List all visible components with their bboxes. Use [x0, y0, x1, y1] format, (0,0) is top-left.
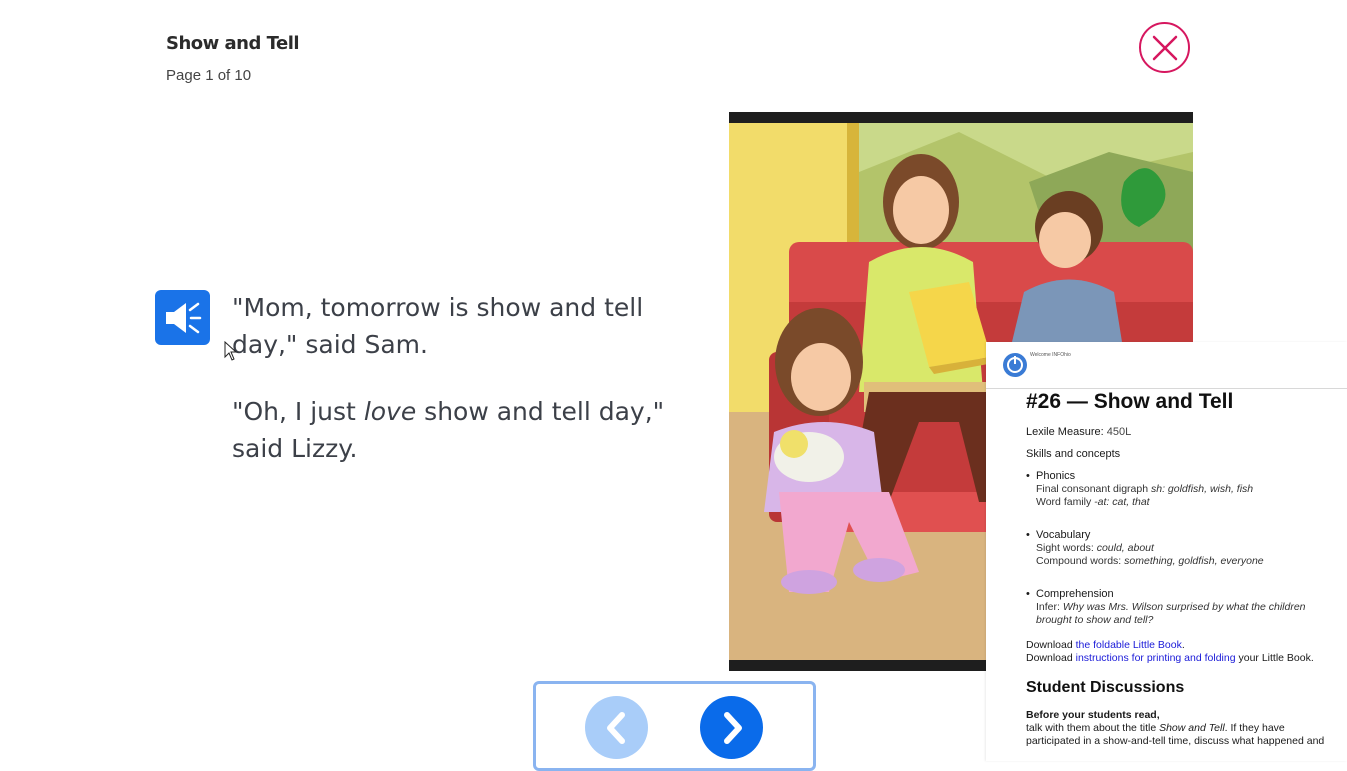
lexile-measure: Lexile Measure: 450L — [1026, 426, 1132, 438]
comprehension-item: Comprehension Infer: Why was Mrs. Wilson… — [1026, 588, 1341, 627]
story-line-2: "Oh, I just love show and tell day," sai… — [232, 397, 665, 463]
lesson-title: #26 — Show and Tell — [1026, 390, 1234, 413]
power-icon[interactable] — [1002, 352, 1028, 378]
page-navigation — [533, 681, 816, 771]
chevron-right-icon — [723, 711, 742, 744]
download-instructions-line: Download instructions for printing and f… — [1026, 652, 1314, 664]
discussions-heading: Student Discussions — [1026, 679, 1185, 696]
next-page-button[interactable] — [700, 696, 763, 759]
story-text: "Mom, tomorrow is show and tell day," sa… — [232, 289, 702, 497]
welcome-text: Welcome INFOhio — [1030, 352, 1071, 358]
printing-instructions-link[interactable]: instructions for printing and folding — [1076, 652, 1236, 664]
book-title: Show and Tell — [166, 33, 300, 54]
read-aloud-button[interactable] — [155, 290, 210, 345]
teacher-notes-popup: Welcome INFOhio #26 — Show and Tell Lexi… — [986, 342, 1347, 761]
phonics-item: Phonics Final consonant digraph sh: gold… — [1026, 470, 1341, 509]
before-read-text: talk with them about the title Show and … — [1026, 722, 1325, 747]
skills-heading: Skills and concepts — [1026, 448, 1121, 460]
popup-header: Welcome INFOhio — [986, 342, 1347, 389]
vocabulary-item: Vocabulary Sight words: could, about Com… — [1026, 529, 1341, 568]
previous-page-button[interactable] — [585, 696, 648, 759]
mouse-cursor-icon — [224, 341, 238, 361]
speaker-icon — [165, 302, 201, 333]
close-button[interactable] — [1139, 22, 1190, 73]
close-icon — [1152, 35, 1177, 60]
story-line-1: "Mom, tomorrow is show and tell day," sa… — [232, 293, 644, 359]
foldable-book-link[interactable]: the foldable Little Book — [1076, 639, 1182, 651]
download-book-line: Download the foldable Little Book. — [1026, 639, 1185, 651]
chevron-left-icon — [606, 711, 625, 744]
page-indicator: Page 1 of 10 — [166, 67, 252, 84]
before-read-label: Before your students read, — [1026, 709, 1160, 721]
